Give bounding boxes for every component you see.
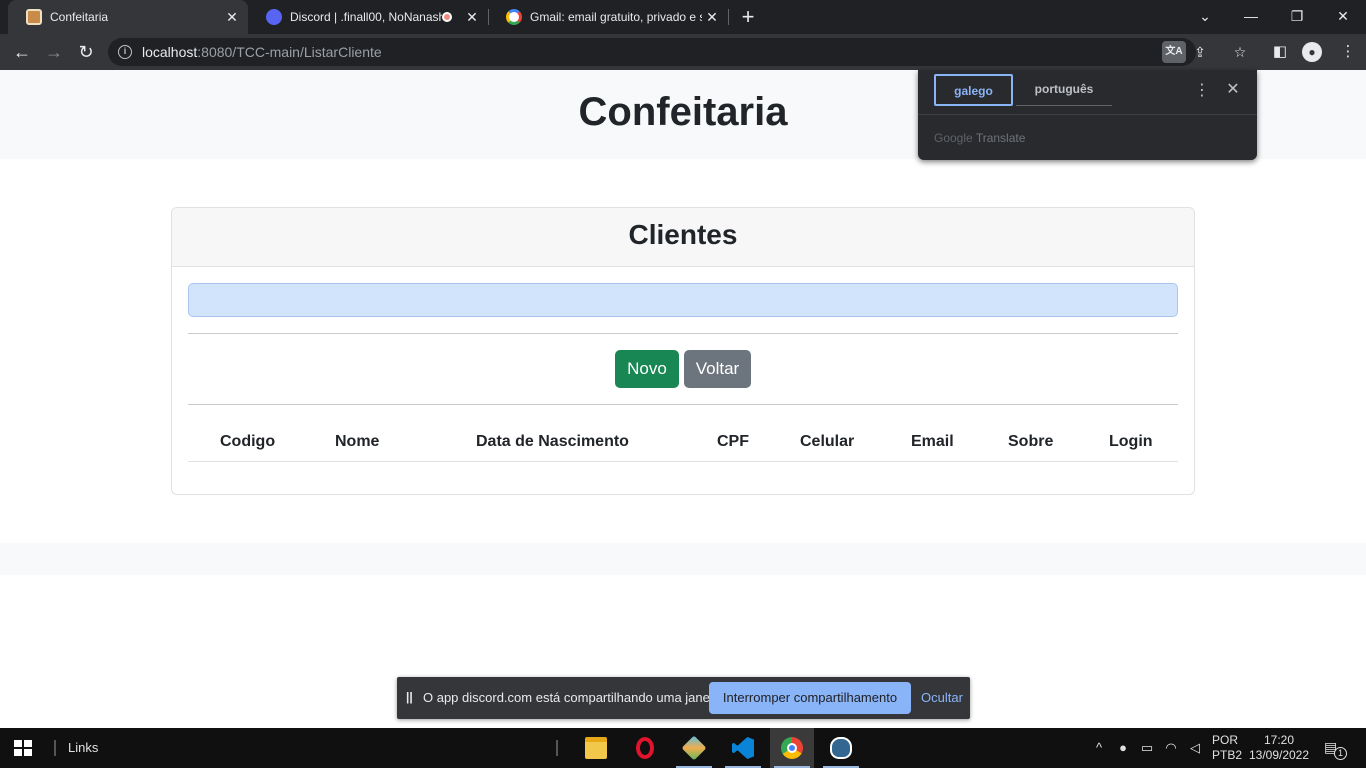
- input-language-indicator[interactable]: POR PTB2: [1212, 733, 1242, 763]
- divider: [188, 333, 1178, 334]
- drag-handle-icon[interactable]: ||: [406, 690, 413, 704]
- vscode-app[interactable]: [721, 728, 765, 768]
- column-header-login: Login: [1109, 433, 1153, 450]
- tab-title: Gmail: email gratuito, privado e s: [530, 10, 702, 24]
- share-icon[interactable]: ⇪: [1188, 41, 1212, 63]
- windows-start-icon[interactable]: [14, 740, 32, 756]
- voltar-button[interactable]: Voltar: [684, 350, 751, 388]
- more-menu-icon[interactable]: ⋮: [1336, 40, 1360, 64]
- language-tab-portugues[interactable]: português: [1016, 74, 1112, 106]
- notification-count-badge: 1: [1334, 747, 1347, 760]
- profile-avatar-icon[interactable]: ●: [1302, 42, 1322, 62]
- close-tab-icon[interactable]: ✕: [702, 9, 722, 26]
- tab-title: Discord | .finall00, NoNanash: [290, 10, 442, 24]
- confeitaria-favicon-icon: [26, 9, 42, 25]
- card-header: Clientes: [172, 208, 1194, 267]
- column-header-cpf: CPF: [717, 433, 749, 450]
- browser-toolbar: ← → ↻ i localhost:8080/TCC-main/ListarCl…: [0, 34, 1366, 70]
- address-bar[interactable]: i localhost:8080/TCC-main/ListarCliente …: [108, 38, 1246, 66]
- toolbar-separator: [556, 740, 558, 756]
- minimize-icon[interactable]: —: [1228, 0, 1274, 34]
- keyboard-layout: PTB2: [1212, 748, 1243, 762]
- postgresql-icon: [830, 737, 852, 759]
- google-favicon-icon: [506, 9, 522, 25]
- screen-share-bar: || O app discord.com está compartilhando…: [397, 677, 970, 719]
- divider: [188, 404, 1178, 405]
- tab-search-chevron-icon[interactable]: ⌄: [1182, 0, 1228, 34]
- back-arrow-icon[interactable]: ←: [8, 38, 36, 66]
- url-path: :8080/TCC-main/ListarCliente: [197, 44, 382, 60]
- tab-title: Confeitaria: [50, 10, 109, 24]
- column-header-celular: Celular: [800, 433, 855, 450]
- hide-link[interactable]: Ocultar: [921, 690, 963, 705]
- wifi-icon[interactable]: ◠: [1162, 740, 1180, 756]
- tab-gmail[interactable]: Gmail: email gratuito, privado e s ✕: [488, 0, 728, 34]
- table-header-border: [188, 461, 1178, 462]
- url-host: localhost: [142, 44, 198, 60]
- translate-popup: galego português ⋮ ✕ Google Translate: [918, 70, 1257, 160]
- clock-time: 17:20: [1263, 733, 1295, 747]
- close-window-icon[interactable]: ✕: [1320, 0, 1366, 34]
- notification-center-icon[interactable]: ▤ 1: [1324, 739, 1347, 760]
- show-hidden-icons-chevron-icon[interactable]: ^: [1090, 740, 1108, 756]
- postgresql-app[interactable]: [819, 728, 863, 768]
- battery-icon[interactable]: ▭: [1138, 740, 1156, 756]
- divider: [918, 114, 1257, 115]
- column-header-data-nascimento: Data de Nascimento: [476, 433, 629, 450]
- chrome-app[interactable]: [770, 728, 814, 768]
- vscode-icon: [732, 737, 754, 759]
- restore-icon[interactable]: ❐: [1274, 0, 1320, 34]
- tab-discord[interactable]: Discord | .finall00, NoNanash ✕: [248, 0, 488, 34]
- tab-confeitaria[interactable]: Confeitaria ✕: [8, 0, 248, 34]
- page-content: Confeitaria Clientes Novo Voltar Codigo …: [0, 70, 1366, 728]
- toolbar-separator: [54, 740, 56, 756]
- side-panel-icon[interactable]: ◧: [1268, 40, 1292, 64]
- opera-icon: [636, 737, 654, 759]
- opera-app[interactable]: [623, 728, 667, 768]
- translate-icon[interactable]: 文A: [1162, 41, 1186, 63]
- column-header-email: Email: [911, 433, 954, 450]
- novo-button[interactable]: Novo: [615, 350, 679, 388]
- clients-card: Clientes Novo Voltar Codigo Nome Data de…: [171, 207, 1195, 495]
- share-message: O app discord.com está compartilhando um…: [423, 690, 724, 705]
- url-text[interactable]: localhost:8080/TCC-main/ListarCliente: [142, 44, 382, 60]
- column-header-nome: Nome: [335, 433, 380, 450]
- search-input[interactable]: [188, 283, 1178, 317]
- virtualbox-icon: [681, 735, 707, 761]
- file-explorer-app[interactable]: [574, 728, 618, 768]
- translate-options-icon[interactable]: ⋮: [1192, 80, 1212, 100]
- browser-tab-bar: Confeitaria ✕ Discord | .finall00, NoNan…: [0, 0, 1366, 34]
- site-info-icon[interactable]: i: [118, 45, 132, 59]
- clock-date: 13/09/2022: [1248, 748, 1310, 762]
- recording-icon: [442, 12, 452, 22]
- card-title: Clientes: [628, 219, 738, 250]
- discord-favicon-icon: [266, 9, 282, 25]
- brand-translate: Translate: [975, 131, 1026, 145]
- page-footer: [0, 543, 1366, 575]
- language-tab-galego[interactable]: galego: [934, 74, 1013, 106]
- stop-sharing-button[interactable]: Interromper compartilhamento: [709, 682, 911, 714]
- language-code: POR: [1212, 733, 1239, 747]
- close-tab-icon[interactable]: ✕: [462, 9, 482, 26]
- column-header-codigo: Codigo: [220, 433, 276, 450]
- close-tab-icon[interactable]: ✕: [222, 9, 242, 26]
- chrome-center-icon: [787, 743, 797, 753]
- volume-icon[interactable]: ◁: [1186, 740, 1204, 756]
- virtualbox-app[interactable]: [672, 728, 716, 768]
- windows-taskbar: Links ^ ● ▭ ◠ ◁ POR PTB2 17:20 13/09/202…: [0, 728, 1366, 768]
- reload-icon[interactable]: ↻: [72, 38, 100, 66]
- forward-arrow-icon[interactable]: →: [40, 38, 68, 66]
- google-translate-logo: Google Translate: [934, 131, 1025, 145]
- brand-google: Google: [934, 131, 973, 145]
- new-tab-button[interactable]: +: [736, 4, 760, 30]
- bookmark-star-icon[interactable]: ☆: [1228, 41, 1252, 63]
- tab-separator: [728, 9, 729, 25]
- close-icon[interactable]: ✕: [1222, 79, 1244, 99]
- microphone-icon[interactable]: ●: [1114, 740, 1132, 756]
- system-clock[interactable]: 17:20 13/09/2022: [1246, 733, 1312, 763]
- links-toolbar[interactable]: Links: [68, 740, 98, 755]
- column-header-sobre: Sobre: [1008, 433, 1054, 450]
- file-explorer-icon: [585, 737, 607, 759]
